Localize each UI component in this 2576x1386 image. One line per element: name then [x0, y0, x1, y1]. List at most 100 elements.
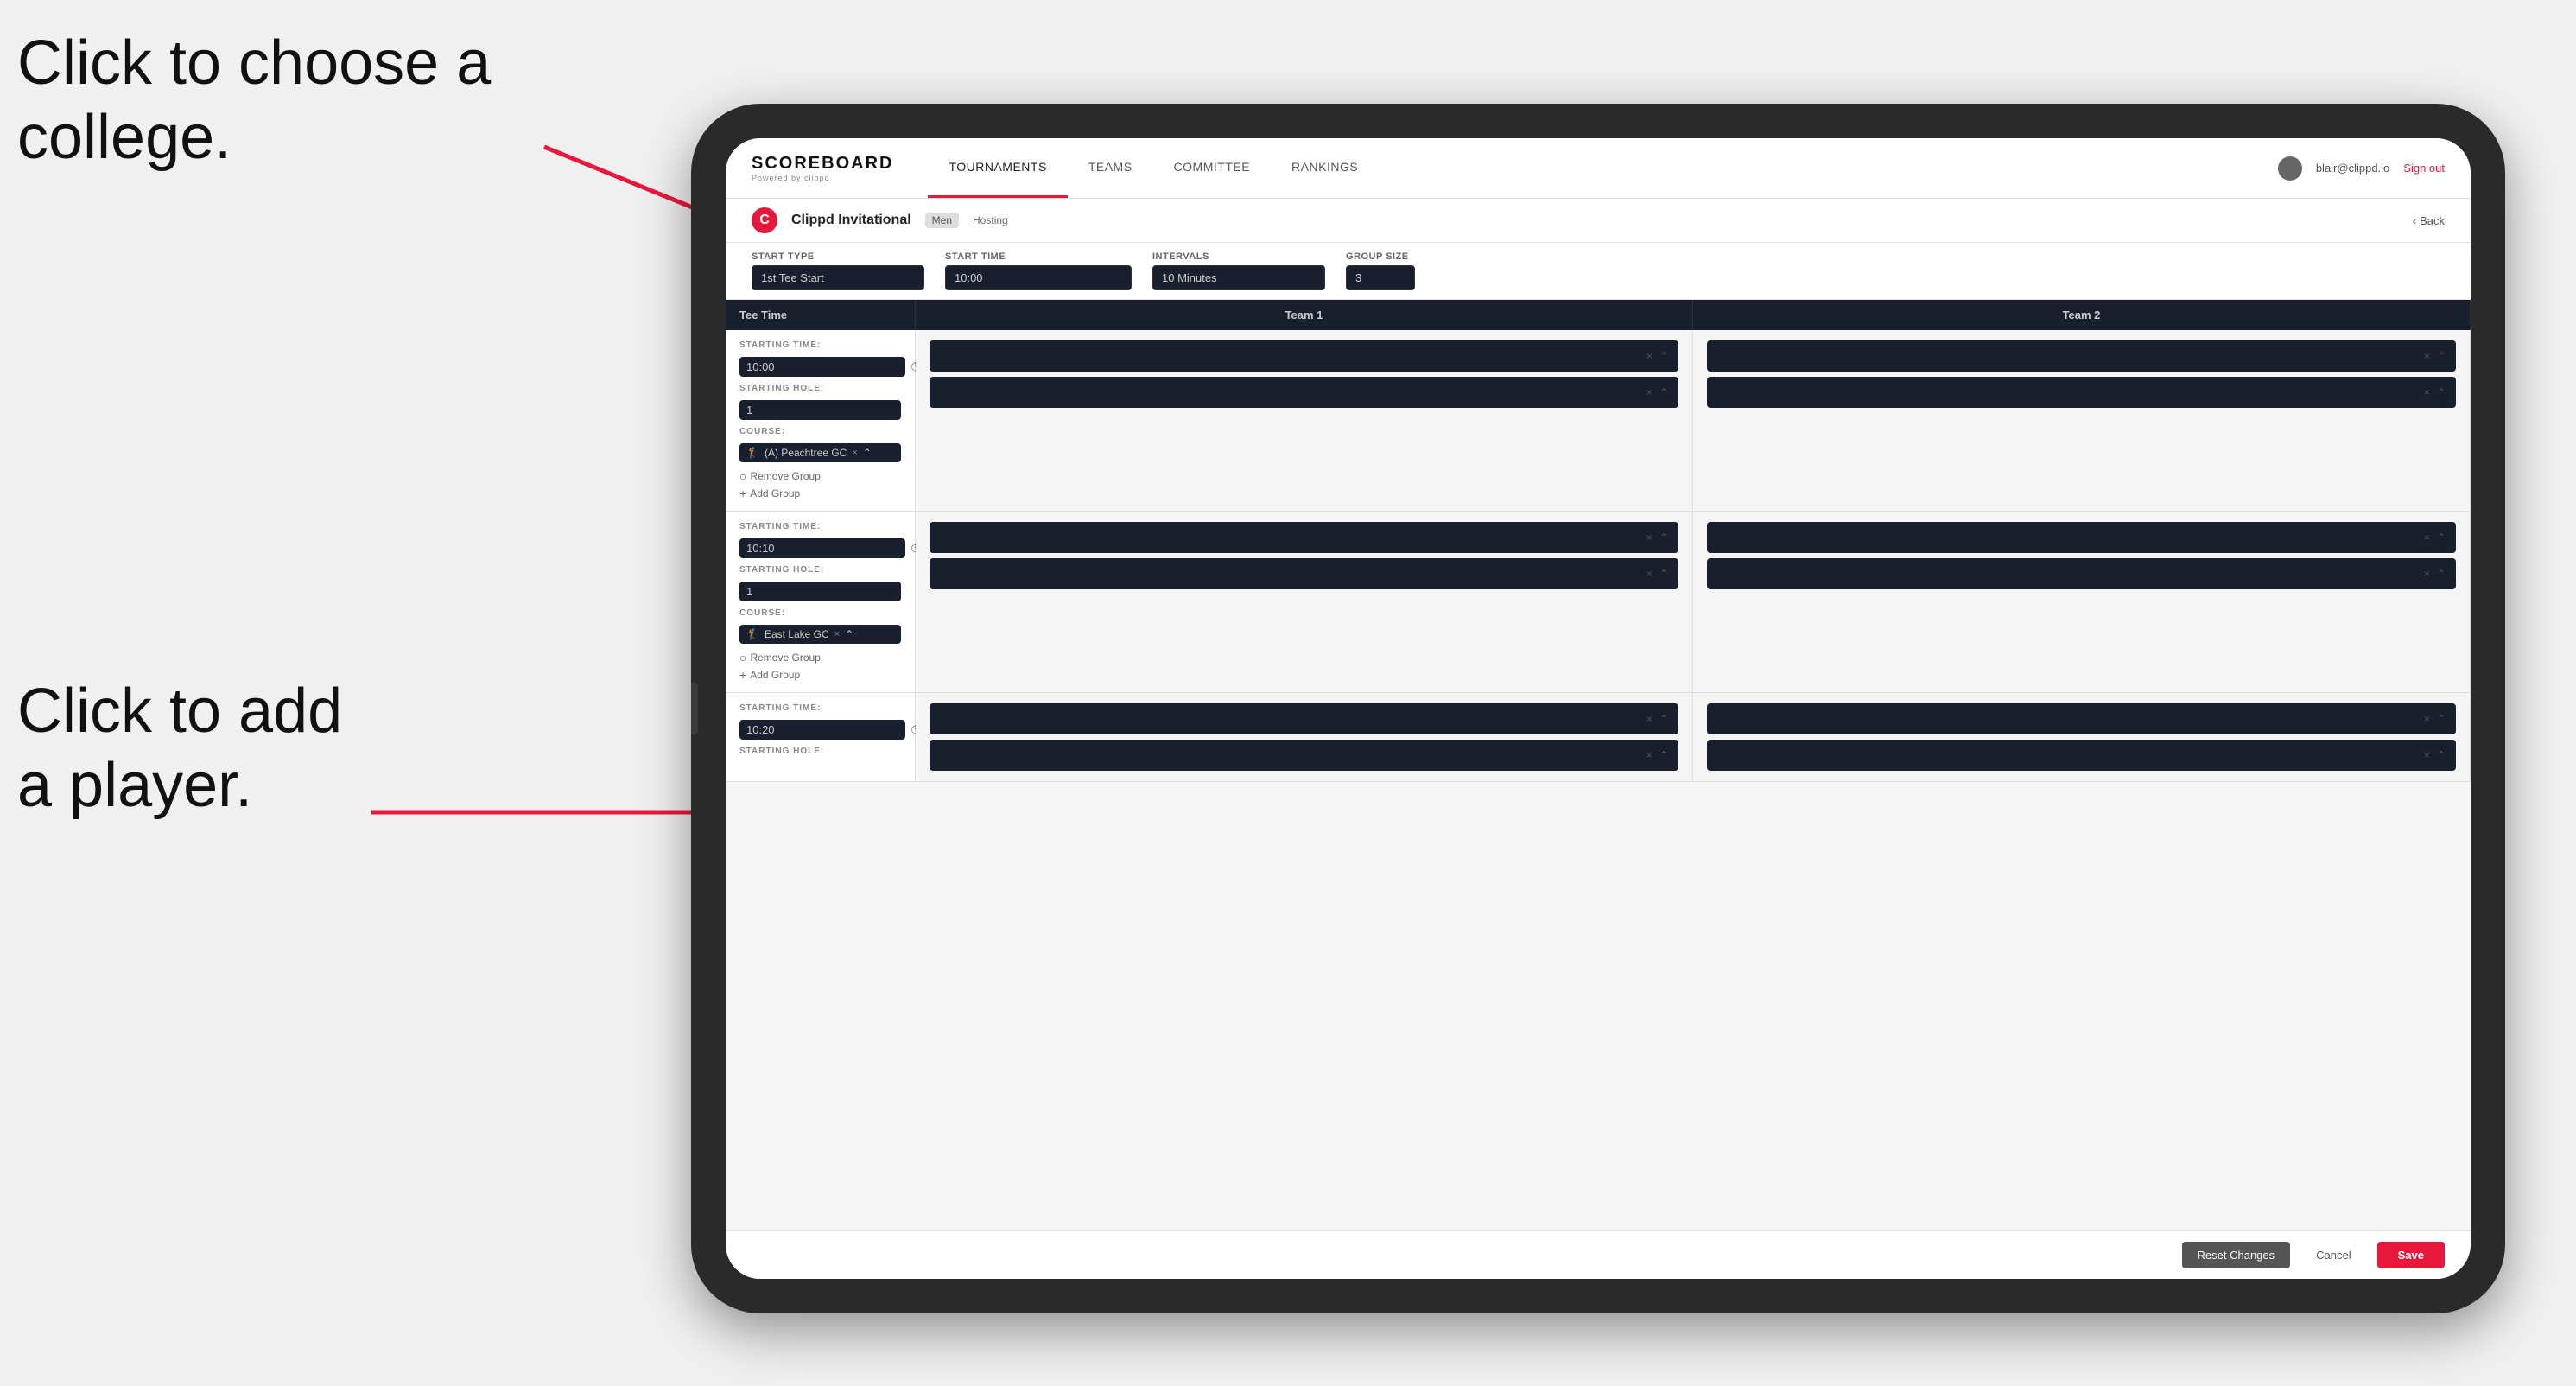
slot-expand-icon[interactable]: ⌃ [1659, 713, 1668, 725]
add-group-icon-1: + [739, 486, 746, 500]
slot-remove-icon[interactable]: × [2424, 749, 2430, 761]
annotation-top-line2: college. [17, 103, 232, 172]
time-input-row-2: ⏱ [739, 538, 901, 558]
course-remove-2[interactable]: × [834, 629, 840, 639]
tab-rankings[interactable]: RANKINGS [1271, 138, 1379, 198]
remove-group-btn-2[interactable]: ○ Remove Group [739, 651, 901, 664]
slot-remove-icon[interactable]: × [1646, 386, 1653, 398]
sub-header: C Clippd Invitational Men Hosting ‹ Back [726, 199, 2471, 243]
time-input-3[interactable] [739, 720, 905, 740]
group-actions-2: ○ Remove Group + Add Group [739, 651, 901, 682]
player-slot[interactable]: × ⌃ [930, 740, 1678, 771]
slot-expand-icon[interactable]: ⌃ [1659, 749, 1668, 761]
user-email: blair@clippd.io [2316, 162, 2389, 175]
slot-expand-icon[interactable]: ⌃ [2437, 749, 2446, 761]
start-type-select[interactable]: 1st Tee Start [752, 265, 924, 290]
intervals-group: Intervals 10 Minutes [1152, 251, 1325, 290]
slot-expand-icon[interactable]: ⌃ [1659, 568, 1668, 580]
hole-select-1[interactable]: 1 [739, 400, 901, 420]
cancel-button[interactable]: Cancel [2300, 1242, 2366, 1268]
annotation-top-line1: Click to choose a [17, 29, 491, 98]
remove-group-btn-1[interactable]: ○ Remove Group [739, 469, 901, 483]
player-slot[interactable]: × ⌃ [1707, 522, 2456, 553]
tee-left-panel-2: Starting Time: ⏱ Starting Hole: 1 Course… [726, 512, 916, 692]
slot-expand-icon[interactable]: ⌃ [2437, 350, 2446, 362]
starting-time-label-1: Starting Time: [739, 340, 901, 350]
tablet-frame: SCOREBOARD Powered by clippd TOURNAMENTS… [691, 104, 2505, 1313]
tab-tournaments[interactable]: TOURNAMENTS [928, 138, 1067, 198]
team1-panel-3: × ⌃ × ⌃ [916, 693, 1693, 781]
clippd-logo: C [752, 207, 777, 233]
player-slot[interactable]: × ⌃ [930, 377, 1678, 408]
remove-group-icon-1: ○ [739, 469, 746, 483]
annotation-bottom-line2: a player. [17, 751, 252, 820]
course-expand-1[interactable]: ⌃ [863, 447, 872, 459]
slot-expand-icon[interactable]: ⌃ [1659, 386, 1668, 398]
app-footer: Reset Changes Cancel Save [726, 1230, 2471, 1279]
course-name-1: (A) Peachtree GC [765, 447, 847, 459]
team1-panel-2: × ⌃ × ⌃ [916, 512, 1693, 692]
slot-remove-icon[interactable]: × [1646, 350, 1653, 362]
team1-panel-1: × ⌃ × ⌃ [916, 330, 1693, 511]
player-slot[interactable]: × ⌃ [930, 340, 1678, 372]
back-button[interactable]: ‹ Back [2413, 214, 2445, 227]
tab-teams[interactable]: TEAMS [1068, 138, 1153, 198]
course-name-2: East Lake GC [765, 628, 829, 640]
slot-expand-icon[interactable]: ⌃ [1659, 350, 1668, 362]
tee-left-panel-3: Starting Time: ⏱ Starting Hole: [726, 693, 916, 781]
slot-expand-icon[interactable]: ⌃ [2437, 568, 2446, 580]
logo-sub: Powered by clippd [752, 174, 893, 182]
slot-remove-icon[interactable]: × [2424, 350, 2430, 362]
reset-changes-button[interactable]: Reset Changes [2182, 1242, 2291, 1268]
annotation-bottom-line1: Click to add [17, 677, 342, 746]
time-input-1[interactable] [739, 357, 905, 377]
table-row: Starting Time: ⏱ Starting Hole: × ⌃ × ⌃ [726, 693, 2471, 782]
th-tee-time: Tee Time [726, 300, 916, 330]
slot-expand-icon[interactable]: ⌃ [1659, 531, 1668, 544]
course-tag-2[interactable]: 🏌 East Lake GC × ⌃ [739, 625, 901, 644]
time-input-2[interactable] [739, 538, 905, 558]
nav-tabs: TOURNAMENTS TEAMS COMMITTEE RANKINGS [928, 138, 1379, 198]
group-actions-1: ○ Remove Group + Add Group [739, 469, 901, 500]
start-time-input[interactable] [945, 265, 1132, 290]
slot-remove-icon[interactable]: × [1646, 568, 1653, 580]
top-nav: SCOREBOARD Powered by clippd TOURNAMENTS… [726, 138, 2471, 199]
main-content: Starting Time: ⏱ Starting Hole: 1 Course… [726, 330, 2471, 1230]
slot-expand-icon[interactable]: ⌃ [2437, 531, 2446, 544]
intervals-select[interactable]: 10 Minutes [1152, 265, 1325, 290]
player-slot[interactable]: × ⌃ [1707, 340, 2456, 372]
add-group-btn-1[interactable]: + Add Group [739, 486, 901, 500]
slot-remove-icon[interactable]: × [2424, 568, 2430, 580]
time-input-row-3: ⏱ [739, 720, 901, 740]
scoreboard-logo: SCOREBOARD Powered by clippd [752, 154, 893, 182]
slot-remove-icon[interactable]: × [2424, 531, 2430, 544]
start-time-label: Start Time [945, 251, 1132, 262]
sign-out-link[interactable]: Sign out [2403, 162, 2445, 175]
save-button[interactable]: Save [2377, 1242, 2445, 1268]
slot-remove-icon[interactable]: × [2424, 713, 2430, 725]
starting-hole-label-1: Starting Hole: [739, 384, 901, 393]
add-group-btn-2[interactable]: + Add Group [739, 668, 901, 682]
player-slot[interactable]: × ⌃ [930, 522, 1678, 553]
slot-remove-icon[interactable]: × [1646, 749, 1653, 761]
course-expand-2[interactable]: ⌃ [845, 628, 853, 640]
time-input-row-1: ⏱ [739, 357, 901, 377]
group-size-label: Group Size [1346, 251, 1415, 262]
hole-select-2[interactable]: 1 [739, 582, 901, 601]
player-slot[interactable]: × ⌃ [1707, 377, 2456, 408]
player-slot[interactable]: × ⌃ [930, 703, 1678, 734]
start-time-group: Start Time [945, 251, 1132, 290]
player-slot[interactable]: × ⌃ [1707, 740, 2456, 771]
group-size-select[interactable]: 3 [1346, 265, 1415, 290]
tab-committee[interactable]: COMMITTEE [1153, 138, 1272, 198]
slot-remove-icon[interactable]: × [1646, 531, 1653, 544]
player-slot[interactable]: × ⌃ [1707, 703, 2456, 734]
slot-remove-icon[interactable]: × [1646, 713, 1653, 725]
course-remove-1[interactable]: × [852, 448, 857, 458]
slot-expand-icon[interactable]: ⌃ [2437, 386, 2446, 398]
slot-remove-icon[interactable]: × [2424, 386, 2430, 398]
player-slot[interactable]: × ⌃ [930, 558, 1678, 589]
course-tag-1[interactable]: 🏌 (A) Peachtree GC × ⌃ [739, 443, 901, 462]
slot-expand-icon[interactable]: ⌃ [2437, 713, 2446, 725]
player-slot[interactable]: × ⌃ [1707, 558, 2456, 589]
